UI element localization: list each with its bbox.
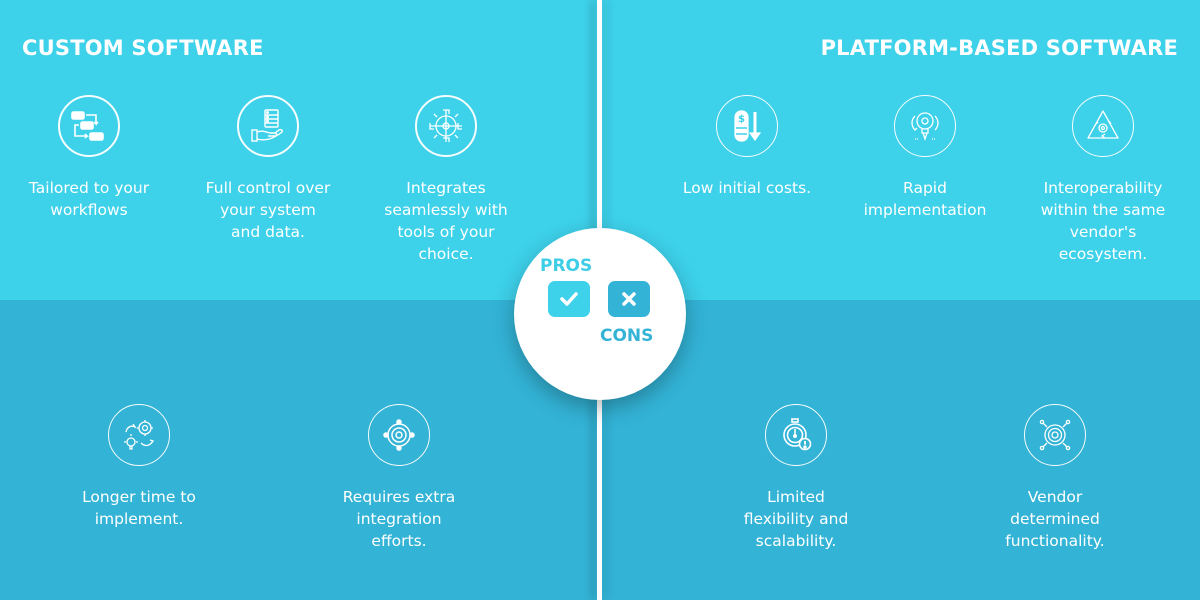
label-line: Vendor — [1027, 488, 1083, 506]
label-line: flexibility and — [743, 510, 849, 528]
label-line: Rapid — [903, 179, 947, 197]
label-line: implement. — [94, 510, 184, 528]
coins-down-arrow-icon: $ — [716, 95, 778, 157]
platform-con-item: Limited flexibility and scalability. — [711, 404, 881, 552]
label-line: Low initial costs. — [682, 179, 812, 197]
label-line: determined — [1010, 510, 1100, 528]
cons-label: CONS — [600, 326, 654, 346]
item-label: Vendor determined functionality. — [970, 486, 1140, 552]
label-line: Integrates — [406, 179, 486, 197]
platform-pro-item: $ Low initial costs. — [662, 95, 832, 199]
stopwatch-warning-icon — [765, 404, 827, 466]
item-label: Integrates seamlessly with tools of your… — [361, 177, 531, 265]
label-line: functionality. — [1005, 532, 1105, 550]
label-line: Tailored to your — [28, 179, 150, 197]
item-label: Rapid implementation — [840, 177, 1010, 221]
label-line: implementation — [863, 201, 987, 219]
platform-pro-item: Interoperability within the same vendor'… — [1018, 95, 1188, 265]
custom-con-item: Requires extra integration efforts. — [314, 404, 484, 552]
label-line: Requires extra — [342, 488, 456, 506]
label-line: efforts. — [371, 532, 427, 550]
label-line: choice. — [418, 245, 474, 263]
item-label: Full control over your system and data. — [183, 177, 353, 243]
idea-lightbulb-cycle-icon — [894, 95, 956, 157]
label-line: vendor's — [1069, 223, 1137, 241]
custom-con-item: Longer time to implement. — [54, 404, 224, 530]
item-label: Longer time to implement. — [54, 486, 224, 530]
label-line: scalability. — [755, 532, 837, 550]
platform-software-title: PLATFORM-BASED SOFTWARE — [820, 36, 1178, 60]
custom-software-title: CUSTOM SOFTWARE — [22, 36, 264, 60]
pros-cons-badge: PROS CONS — [514, 228, 686, 400]
label-line: Full control over — [205, 179, 331, 197]
triangle-cycle-gear-icon — [1072, 95, 1134, 157]
integration-gear-icon — [368, 404, 430, 466]
label-line: and data. — [231, 223, 305, 241]
label-line: Longer time to — [82, 488, 196, 506]
label-line: within the same — [1040, 201, 1166, 219]
item-label: Limited flexibility and scalability. — [711, 486, 881, 552]
label-line: Limited — [767, 488, 825, 506]
label-line: seamlessly with — [384, 201, 508, 219]
item-label: Requires extra integration efforts. — [314, 486, 484, 552]
platform-con-item: Vendor determined functionality. — [970, 404, 1140, 552]
x-mark-icon — [608, 281, 650, 317]
pros-label: PROS — [540, 256, 593, 276]
gears-lightbulb-icon — [108, 404, 170, 466]
item-label: Interoperability within the same vendor'… — [1018, 177, 1188, 265]
item-label: Low initial costs. — [662, 177, 832, 199]
item-label: Tailored to your workflows — [4, 177, 174, 221]
custom-pro-item: Integrates seamlessly with tools of your… — [361, 95, 531, 265]
checkmark-icon — [548, 281, 590, 317]
platform-pro-item: Rapid implementation — [840, 95, 1010, 221]
workflow-flowchart-icon — [58, 95, 120, 157]
label-line: workflows — [50, 201, 128, 219]
custom-pro-item: Tailored to your workflows — [4, 95, 174, 221]
svg-text:$: $ — [738, 114, 745, 125]
gear-network-icon — [1024, 404, 1086, 466]
label-line: Interoperability — [1043, 179, 1163, 197]
label-line: integration — [356, 510, 442, 528]
label-line: ecosystem. — [1058, 245, 1148, 263]
label-line: tools of your — [397, 223, 495, 241]
puzzle-gear-icon — [415, 95, 477, 157]
custom-pro-item: Full control over your system and data. — [183, 95, 353, 243]
hand-holding-server-icon — [237, 95, 299, 157]
label-line: your system — [220, 201, 316, 219]
